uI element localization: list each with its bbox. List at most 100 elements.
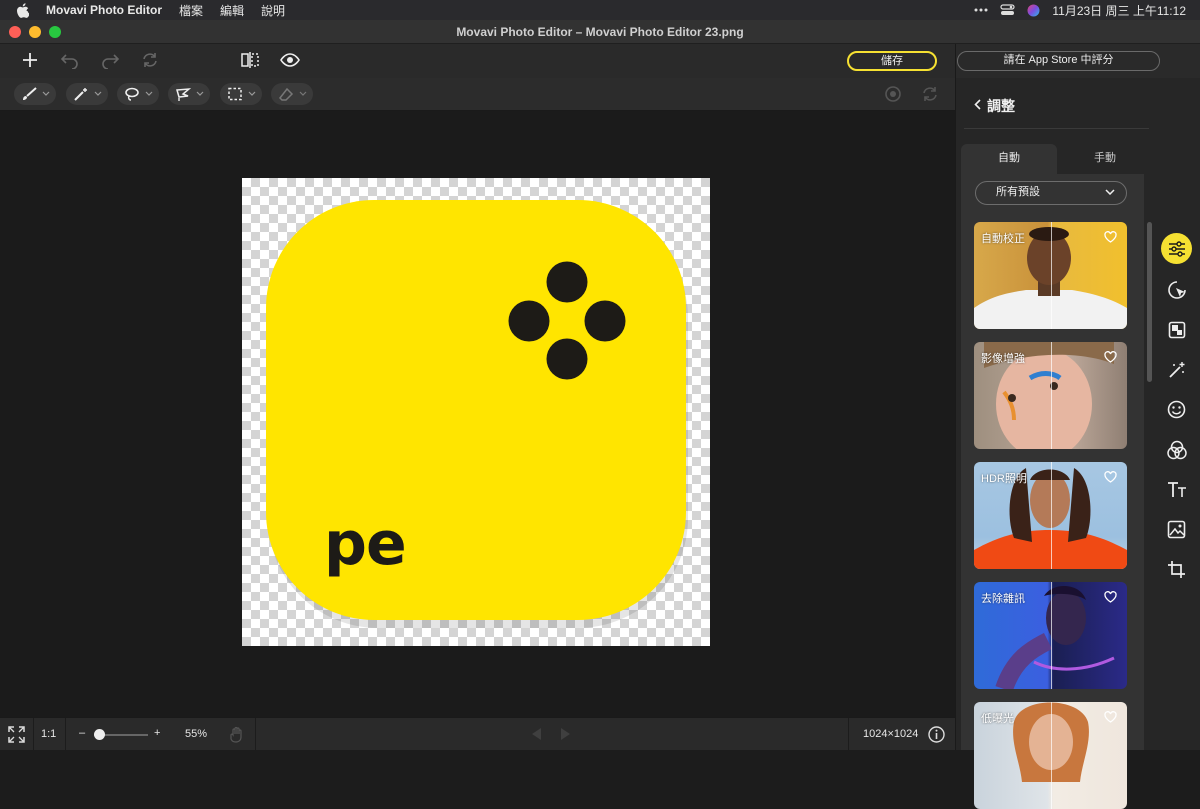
preset-card-underexposed[interactable]: 低曝光 xyxy=(974,702,1127,809)
logo-text: pe xyxy=(324,509,406,579)
brush-icon xyxy=(23,87,37,100)
preset-card-auto-correct[interactable]: 自動校正 xyxy=(974,222,1127,329)
preset-card-label: 去除雜訊 xyxy=(981,593,1025,605)
menu-file[interactable]: 檔案 xyxy=(179,2,203,19)
fit-screen-icon[interactable] xyxy=(8,726,25,743)
window-title: Movavi Photo Editor – Movavi Photo Edito… xyxy=(456,25,744,39)
lasso-icon xyxy=(125,87,139,101)
pe-app-logo: pe xyxy=(266,200,688,628)
previous-image-icon[interactable] xyxy=(530,727,542,741)
chevron-down-icon xyxy=(94,91,102,96)
top-toolbar xyxy=(0,44,955,78)
next-image-icon[interactable] xyxy=(560,727,572,741)
zoom-out-button[interactable]: – xyxy=(79,727,85,739)
polygon-lasso-icon xyxy=(176,88,191,101)
rect-select-tool-button[interactable] xyxy=(220,83,262,105)
panel-scrollbar[interactable] xyxy=(1147,222,1152,382)
eraser-icon xyxy=(279,87,294,101)
compare-split-line xyxy=(1050,342,1052,449)
preset-card-label: 低曝光 xyxy=(981,713,1014,725)
image-canvas[interactable]: pe xyxy=(0,111,955,717)
preset-card-label: HDR照明 xyxy=(981,473,1027,485)
preset-card-label: 自動校正 xyxy=(981,233,1025,245)
more-dots-icon[interactable] xyxy=(974,8,988,12)
compare-split-line xyxy=(1050,222,1052,329)
panel-title: 調整 xyxy=(987,98,1015,114)
magic-wand-tool-button[interactable] xyxy=(66,83,108,105)
chevron-down-icon xyxy=(248,91,256,96)
chevron-down-icon xyxy=(1105,189,1115,195)
pan-hand-icon[interactable] xyxy=(229,726,245,743)
chevron-down-icon xyxy=(145,91,153,96)
rate-app-store-button[interactable]: 請在 App Store 中評分 xyxy=(957,51,1160,71)
control-center-icon[interactable] xyxy=(1000,4,1015,16)
chevron-down-icon xyxy=(299,91,307,96)
preset-card-enhance[interactable]: 影像增強 xyxy=(974,342,1127,449)
apple-icon[interactable] xyxy=(16,2,32,18)
preset-dropdown-value: 所有預設 xyxy=(996,186,1040,198)
tool-rail xyxy=(1153,78,1200,750)
selection-tools-bar xyxy=(0,78,955,111)
zoom-percent: 55% xyxy=(185,728,208,740)
favorite-heart-icon[interactable] xyxy=(1104,471,1117,483)
adjust-sliders-icon[interactable] xyxy=(1161,233,1192,264)
favorite-heart-icon[interactable] xyxy=(1104,711,1117,723)
redo-icon[interactable] xyxy=(100,51,120,69)
preset-list: 所有預設 自動校正 影像增強 HDR照明 去除雜訊 低曝光 xyxy=(961,174,1144,809)
favorite-heart-icon[interactable] xyxy=(1104,231,1117,243)
reset-icon[interactable] xyxy=(140,51,160,69)
preview-eye-icon[interactable] xyxy=(280,51,300,69)
image-icon[interactable] xyxy=(1161,514,1192,545)
filters-icon[interactable] xyxy=(1161,434,1192,465)
adjust-tabs: 自動 手動 xyxy=(961,144,1144,174)
menu-edit[interactable]: 編輯 xyxy=(220,2,244,19)
magic-wand-icon xyxy=(74,88,87,101)
preset-card-hdr[interactable]: HDR照明 xyxy=(974,462,1127,569)
crop-icon[interactable] xyxy=(1161,554,1192,585)
preset-card-label: 影像增強 xyxy=(981,353,1025,365)
window-title-bar: Movavi Photo Editor – Movavi Photo Edito… xyxy=(0,20,1200,44)
transparent-checkerboard: pe xyxy=(242,178,710,646)
preset-card-denoise[interactable]: 去除雜訊 xyxy=(974,582,1127,689)
retouch-wand-icon[interactable] xyxy=(1161,354,1192,385)
chevron-down-icon xyxy=(196,91,204,96)
tab-auto[interactable]: 自動 xyxy=(961,144,1057,174)
chevron-down-icon xyxy=(42,91,50,96)
panel-divider xyxy=(964,128,1149,129)
tab-manual[interactable]: 手動 xyxy=(1057,144,1153,174)
favorite-heart-icon[interactable] xyxy=(1104,591,1117,603)
brush-tool-button[interactable] xyxy=(14,83,56,105)
compare-split-icon[interactable] xyxy=(240,51,260,69)
info-icon[interactable] xyxy=(928,726,945,743)
favorite-heart-icon[interactable] xyxy=(1104,351,1117,363)
refresh-selection-icon[interactable] xyxy=(921,85,939,103)
face-icon[interactable] xyxy=(1161,394,1192,425)
actual-size-button[interactable]: 1:1 xyxy=(41,728,56,740)
status-bar: 1:1 – + 55% 1024×1024 xyxy=(0,717,955,751)
remove-selection-icon[interactable] xyxy=(884,85,902,103)
menu-app-name[interactable]: Movavi Photo Editor xyxy=(46,3,162,17)
zoom-slider-knob[interactable] xyxy=(93,729,105,740)
preset-dropdown[interactable]: 所有預設 xyxy=(975,181,1127,205)
menubar-clock[interactable]: 11月23日 周三 上午11:12 xyxy=(1052,2,1186,19)
lasso-tool-button[interactable] xyxy=(117,83,159,105)
compare-split-line xyxy=(1050,582,1052,689)
eraser-tool-button[interactable] xyxy=(271,83,313,105)
rect-select-icon xyxy=(228,87,242,101)
adjust-panel: 調整 自動 手動 所有預設 自動校正 影像增強 HDR照明 去除雜訊 低曝光 xyxy=(955,78,1153,809)
compare-split-line xyxy=(1050,702,1052,809)
save-button[interactable]: 儲存 xyxy=(847,51,937,71)
polygon-lasso-tool-button[interactable] xyxy=(168,83,210,105)
compare-split-line xyxy=(1050,462,1052,569)
text-icon[interactable] xyxy=(1161,474,1192,505)
add-icon[interactable] xyxy=(21,51,39,69)
object-select-icon[interactable] xyxy=(1161,274,1192,305)
menu-help[interactable]: 說明 xyxy=(261,2,285,19)
zoom-in-button[interactable]: + xyxy=(154,727,160,739)
image-dimensions: 1024×1024 xyxy=(863,728,919,740)
panel-header[interactable]: 調整 xyxy=(974,96,1015,116)
background-icon[interactable] xyxy=(1161,314,1192,345)
back-chevron-icon[interactable] xyxy=(974,99,981,110)
undo-icon[interactable] xyxy=(60,51,80,69)
siri-icon[interactable] xyxy=(1027,4,1040,17)
